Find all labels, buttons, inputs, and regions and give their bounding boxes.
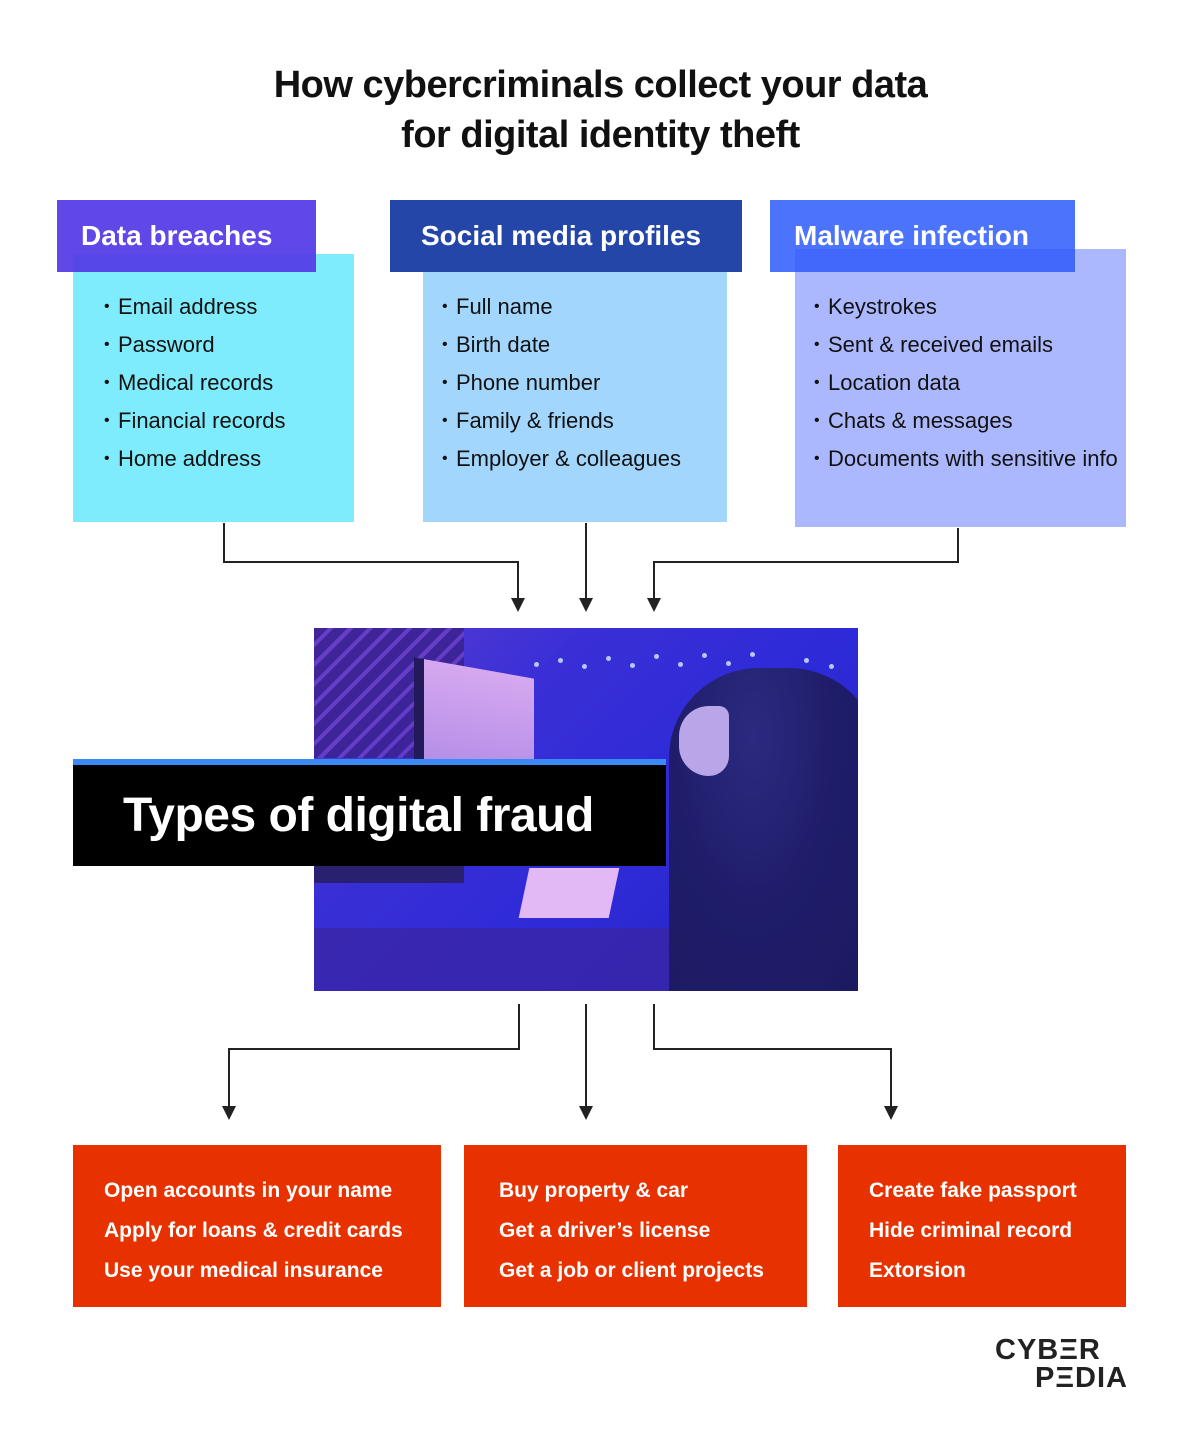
arrowhead-icon [579,1106,593,1120]
mask [679,706,729,776]
arrowhead-icon [884,1106,898,1120]
light-dot [726,661,731,666]
light-dot [534,662,539,667]
outcome-item: Open accounts in your name [104,1179,393,1202]
outcome-list: Create fake passport Hide criminal recor… [869,1171,1077,1291]
arrow-line-malware-in [653,528,959,600]
outcome-item: Hide criminal record [869,1219,1073,1242]
outcome-item: Get a job or client projects [499,1259,764,1282]
logo-line-2: PΞDIA [1035,1362,1128,1394]
outcome-box-property: Buy property & car Get a driver’s licens… [464,1145,807,1307]
outcome-item: Use your medical insurance [104,1259,383,1282]
outcome-box-financial: Open accounts in your name Apply for loa… [73,1145,441,1307]
outcome-item: Get a driver’s license [499,1219,711,1242]
light-dot [606,656,611,661]
logo-line-1: CYBΞR [995,1334,1101,1366]
arrowhead-icon [511,598,525,612]
arrow-line-breaches-in [223,523,519,600]
light-dot [702,653,707,658]
outcome-item: Extorsion [869,1259,966,1282]
arrowhead-icon [222,1106,236,1120]
light-dot [558,658,563,663]
laptop [518,868,620,918]
fraud-types-label: Types of digital fraud [73,765,666,866]
outcome-box-criminal: Create fake passport Hide criminal recor… [838,1145,1126,1307]
outcome-item: Apply for loans & credit cards [104,1219,403,1242]
light-dot [678,662,683,667]
light-dot [582,664,587,669]
light-dot [630,663,635,668]
arrow-line-out-3 [653,1004,892,1108]
light-dot [804,658,809,663]
arrowhead-icon [647,598,661,612]
light-dot [750,652,755,657]
outcome-item: Buy property & car [499,1179,689,1202]
arrowhead-icon [579,598,593,612]
light-dot [829,664,834,669]
outcome-list: Buy property & car Get a driver’s licens… [499,1171,764,1291]
cyberpedia-logo: CYBΞR PΞDIA [995,1334,1128,1394]
light-dot [654,654,659,659]
arrow-line-out-1 [228,1004,520,1108]
outcome-list: Open accounts in your name Apply for loa… [104,1171,403,1291]
outcome-item: Create fake passport [869,1179,1077,1202]
